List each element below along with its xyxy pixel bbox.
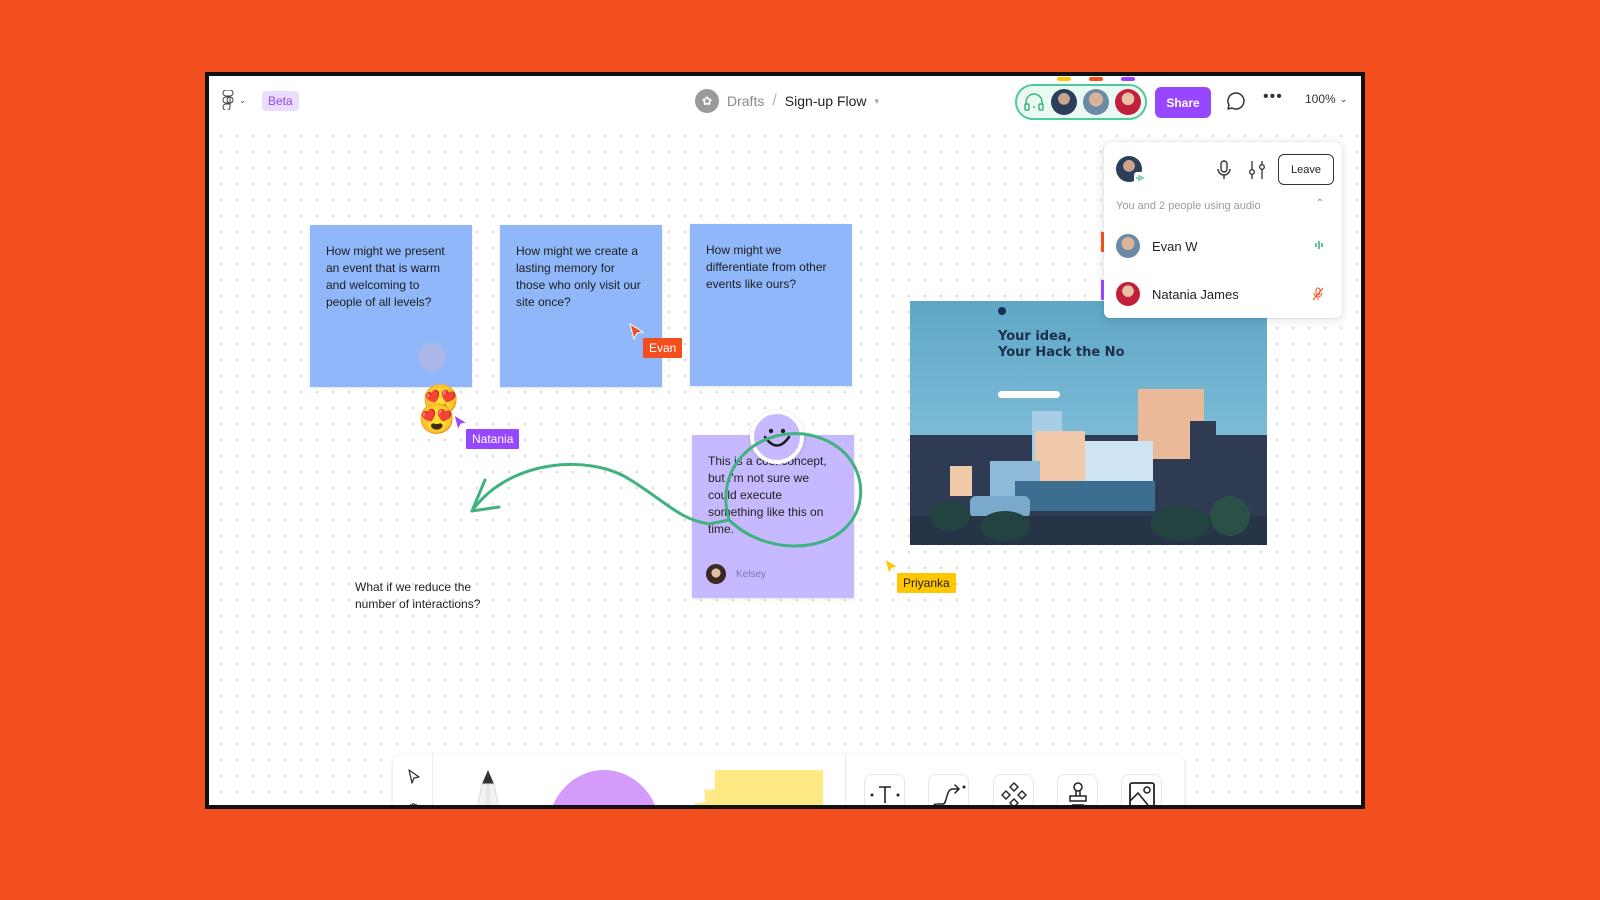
- breadcrumb: ✿ Drafts / Sign-up Flow ▾: [695, 89, 879, 113]
- participant-avatar: [1116, 234, 1140, 258]
- shape-icon[interactable]: [548, 770, 660, 805]
- chevron-down-icon: ⌄: [239, 95, 246, 105]
- site-logo-icon: [998, 307, 1006, 315]
- website-screenshot-image[interactable]: Your idea, Your Hack the No: [910, 301, 1267, 545]
- sticky-note[interactable]: How might we create a lasting memory for…: [500, 225, 662, 387]
- chevron-down-icon[interactable]: ▾: [875, 96, 880, 107]
- leave-audio-button[interactable]: Leave: [1278, 154, 1334, 185]
- zoom-level-dropdown[interactable]: 100% ⌄: [1305, 92, 1347, 106]
- audio-panel-header: Leave: [1114, 154, 1334, 186]
- zoom-level: 100%: [1305, 92, 1336, 106]
- sticky-author: Kelsey: [706, 564, 766, 584]
- file-name[interactable]: Sign-up Flow: [785, 93, 867, 109]
- component-icon: [1000, 781, 1027, 805]
- muted-microphone-icon: [1312, 287, 1324, 301]
- figjam-window: How might we present an event that is wa…: [205, 72, 1365, 809]
- microphone-icon[interactable]: [1216, 160, 1232, 180]
- smiley-face-icon: [763, 428, 791, 447]
- breadcrumb-drafts[interactable]: Drafts: [727, 93, 764, 109]
- comment-icon[interactable]: [1223, 90, 1247, 114]
- text-icon: [870, 785, 899, 803]
- author-name: Kelsey: [736, 568, 767, 580]
- site-search-field: [998, 391, 1060, 398]
- sticky-text: How might we present an event that is wa…: [326, 244, 445, 309]
- marker-arrow-stroke: [470, 462, 731, 526]
- toolbar-divider: [845, 754, 846, 805]
- participant-avatar[interactable]: [1083, 77, 1109, 115]
- sticky-note[interactable]: How might we differentiate from other ev…: [690, 224, 852, 386]
- chevron-up-icon[interactable]: ⌃: [1316, 198, 1324, 209]
- cursor-label-priyanka: Priyanka: [897, 573, 956, 593]
- move-arrow-icon[interactable]: [407, 769, 421, 785]
- sticky-text: How might we differentiate from other ev…: [706, 243, 827, 291]
- audio-status-text: You and 2 people using audio: [1116, 200, 1261, 212]
- top-bar: ⌄ Beta ✿ Drafts / Sign-up Flow ▾ Share •…: [209, 76, 1361, 124]
- more-icon[interactable]: •••: [1263, 88, 1283, 106]
- text-note[interactable]: What if we reduce the number of interact…: [355, 579, 515, 613]
- image-icon: [1128, 781, 1155, 805]
- participant-avatar[interactable]: [1051, 77, 1077, 115]
- author-avatar: [706, 564, 726, 584]
- sticky-note[interactable]: How might we present an event that is wa…: [310, 225, 472, 387]
- participant-avatar[interactable]: [1115, 77, 1141, 115]
- sliders-icon[interactable]: [1248, 160, 1266, 180]
- speaking-icon: [1134, 172, 1146, 184]
- breadcrumb-separator: /: [772, 92, 777, 109]
- stamp-icon: [1068, 781, 1087, 805]
- site-headline: Your idea, Your Hack the No: [998, 329, 1125, 360]
- component-tool-button[interactable]: [993, 774, 1034, 805]
- audio-panel: Leave You and 2 people using audio ⌃ Eva…: [1101, 142, 1342, 318]
- speaking-icon: [1315, 241, 1323, 249]
- audio-participant-row[interactable]: Natania James: [1101, 274, 1342, 314]
- beta-badge: Beta: [262, 91, 299, 111]
- image-tool-button[interactable]: [1121, 774, 1162, 805]
- participant-name: Natania James: [1152, 286, 1239, 302]
- stamp-tool-button[interactable]: [1057, 774, 1098, 805]
- heart-eyes-emoji-icon: 😍: [418, 403, 456, 436]
- participant-name: Evan W: [1152, 238, 1198, 254]
- team-avatar-icon[interactable]: ✿: [695, 89, 719, 113]
- main-menu-button[interactable]: ⌄: [221, 90, 246, 110]
- bottom-toolbar: [393, 754, 1184, 809]
- sticky-text: This is a cool concept, but I'm not sure…: [708, 454, 827, 536]
- faded-emoji-icon: [418, 343, 446, 371]
- connector-icon: [933, 783, 965, 805]
- hand-icon[interactable]: [404, 802, 424, 809]
- chevron-down-icon: ⌄: [1339, 93, 1348, 104]
- cursor-label-natania: Natania: [466, 429, 520, 449]
- sticky-note-icon[interactable]: [693, 770, 823, 805]
- figma-logo-icon: [222, 90, 234, 110]
- headphones-icon: [1024, 93, 1044, 111]
- text-tool-button[interactable]: [864, 774, 905, 805]
- marker-icon[interactable]: [463, 768, 513, 809]
- marker-arrowhead: [470, 478, 501, 513]
- participant-avatar: [1116, 282, 1140, 306]
- smiley-sticker[interactable]: [750, 410, 804, 464]
- connector-tool-button[interactable]: [928, 774, 969, 805]
- cursor-label-evan: Evan: [643, 338, 683, 358]
- share-button[interactable]: Share: [1155, 87, 1211, 118]
- navigation-tools: [393, 754, 433, 809]
- my-avatar: [1116, 156, 1146, 184]
- audio-participants-pill[interactable]: [1015, 77, 1147, 120]
- sticky-text: How might we create a lasting memory for…: [516, 244, 641, 309]
- audio-participant-row[interactable]: Evan W: [1101, 226, 1342, 266]
